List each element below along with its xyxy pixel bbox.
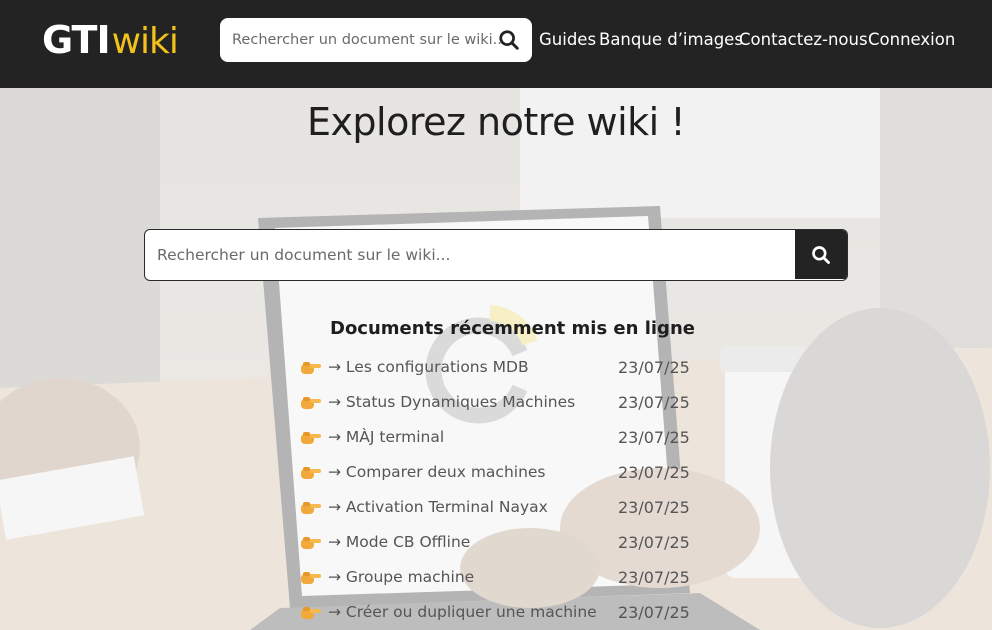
document-link[interactable]: → MÀJ terminal [328, 428, 444, 446]
logo-text-wiki: wiki [111, 21, 179, 62]
main-search-input[interactable] [145, 230, 795, 279]
document-date: 23/07/25 [618, 533, 690, 552]
document-link[interactable]: → Groupe machine [328, 568, 474, 586]
recent-document-row[interactable]: → Status Dynamiques Machines 23/07/25 [300, 389, 700, 424]
document-link[interactable]: → Activation Terminal Nayax [328, 498, 548, 516]
logo-text-gti: GTI [42, 18, 111, 62]
document-link[interactable]: → Mode CB Offline [328, 533, 470, 551]
page-title: Explorez notre wiki ! [306, 100, 686, 144]
recent-document-row[interactable]: → Comparer deux machines 23/07/25 [300, 459, 700, 494]
document-date: 23/07/25 [618, 463, 690, 482]
header-search-input[interactable] [232, 20, 502, 60]
pointing-hand-icon [301, 432, 321, 444]
document-link[interactable]: → Status Dynamiques Machines [328, 393, 575, 411]
recent-document-row[interactable]: → Créer ou dupliquer une machine 23/07/2… [300, 599, 700, 630]
pointing-hand-icon [301, 537, 321, 549]
search-icon [812, 245, 830, 264]
pointing-hand-icon [301, 502, 321, 514]
recent-documents-heading: Documents récemment mis en ligne [330, 318, 695, 339]
document-link[interactable]: → Les configurations MDB [328, 358, 529, 376]
search-icon[interactable] [498, 29, 520, 51]
main-search-button[interactable] [795, 230, 847, 279]
pointing-hand-icon [301, 572, 321, 584]
recent-document-row[interactable]: → MÀJ terminal 23/07/25 [300, 424, 700, 459]
header-search [220, 18, 532, 62]
pointing-hand-icon [301, 467, 321, 479]
nav-link-login[interactable]: Connexion [868, 30, 955, 49]
site-header: GTI wiki Guides Banque d’images Contacte… [0, 0, 992, 88]
recent-documents-list: → Les configurations MDB 23/07/25 → Stat… [300, 354, 700, 630]
document-date: 23/07/25 [618, 358, 690, 377]
document-date: 23/07/25 [618, 498, 690, 517]
document-date: 23/07/25 [618, 568, 690, 587]
document-date: 23/07/25 [618, 428, 690, 447]
nav-link-guides[interactable]: Guides [539, 30, 596, 49]
recent-document-row[interactable]: → Les configurations MDB 23/07/25 [300, 354, 700, 389]
nav-link-image-bank[interactable]: Banque d’images [599, 30, 743, 49]
pointing-hand-icon [301, 397, 321, 409]
document-date: 23/07/25 [618, 603, 690, 622]
recent-document-row[interactable]: → Activation Terminal Nayax 23/07/25 [300, 494, 700, 529]
pointing-hand-icon [301, 362, 321, 374]
nav-link-contact[interactable]: Contactez-nous [739, 30, 868, 49]
recent-document-row[interactable]: → Groupe machine 23/07/25 [300, 564, 700, 599]
site-logo[interactable]: GTI wiki [42, 18, 179, 62]
document-date: 23/07/25 [618, 393, 690, 412]
document-link[interactable]: → Comparer deux machines [328, 463, 546, 481]
recent-document-row[interactable]: → Mode CB Offline 23/07/25 [300, 529, 700, 564]
document-link[interactable]: → Créer ou dupliquer une machine [328, 603, 597, 621]
pointing-hand-icon [301, 607, 321, 619]
main-search [144, 229, 848, 281]
